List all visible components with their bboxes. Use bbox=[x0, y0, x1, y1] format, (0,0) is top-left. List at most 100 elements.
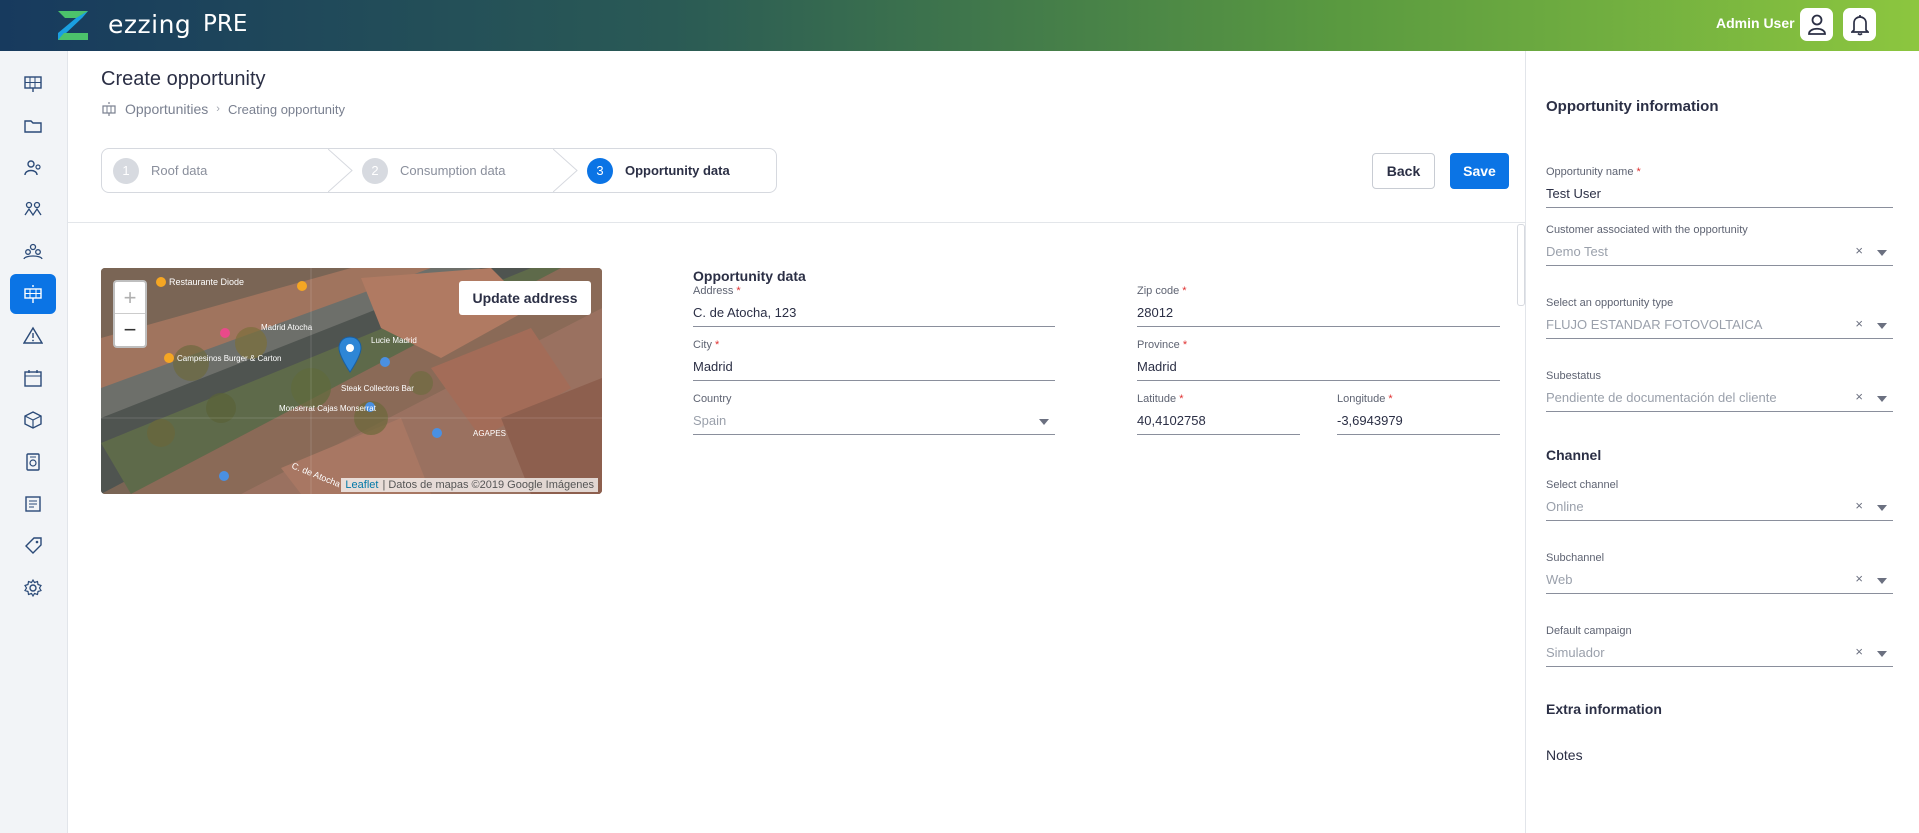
opportunity-name-input[interactable]: Test User bbox=[1546, 186, 1893, 208]
extra-info-section-title: Extra information bbox=[1546, 701, 1662, 717]
chevron-down-icon[interactable] bbox=[1877, 323, 1887, 329]
default-campaign-field[interactable]: Default campaign Simulador × bbox=[1546, 625, 1893, 667]
required-mark: * bbox=[1182, 339, 1188, 351]
sidebar-item-projects[interactable] bbox=[10, 106, 56, 146]
subchannel-field[interactable]: Subchannel Web × bbox=[1546, 552, 1893, 594]
province-input[interactable]: Madrid bbox=[1137, 359, 1500, 381]
clear-icon[interactable]: × bbox=[1855, 389, 1863, 404]
channel-field[interactable]: Select channel Online × bbox=[1546, 479, 1893, 521]
subchannel-value: Web bbox=[1546, 572, 1573, 587]
user-name[interactable]: Admin User bbox=[1716, 15, 1795, 31]
latitude-field[interactable]: Latitude * 40,4102758 bbox=[1137, 393, 1300, 435]
address-input[interactable]: C. de Atocha, 123 bbox=[693, 305, 1055, 327]
breadcrumb-current: Creating opportunity bbox=[227, 101, 346, 117]
chevron-down-icon[interactable] bbox=[1877, 578, 1887, 584]
map-label: Madrid Atocha bbox=[261, 323, 313, 332]
chevron-down-icon[interactable] bbox=[1877, 505, 1887, 511]
map-marker-icon[interactable] bbox=[338, 336, 362, 380]
customer-field[interactable]: Customer associated with the opportunity… bbox=[1546, 224, 1893, 266]
clear-icon[interactable]: × bbox=[1855, 498, 1863, 513]
sidebar-item-billing[interactable] bbox=[10, 442, 56, 482]
sidebar-item-calendar[interactable] bbox=[10, 358, 56, 398]
map-label: Restaurante Diode bbox=[169, 277, 244, 287]
sidebar-item-reports[interactable] bbox=[10, 484, 56, 524]
sidebar-item-dashboard[interactable] bbox=[10, 64, 56, 104]
chevron-down-icon[interactable] bbox=[1877, 396, 1887, 402]
clear-icon[interactable]: × bbox=[1855, 644, 1863, 659]
zip-code-field[interactable]: Zip code * 28012 bbox=[1137, 285, 1500, 327]
sidebar-item-users[interactable] bbox=[10, 148, 56, 188]
clear-icon[interactable]: × bbox=[1855, 571, 1863, 586]
zoom-in-button[interactable]: + bbox=[115, 282, 145, 314]
step-separator bbox=[553, 149, 578, 192]
step-opportunity-data[interactable]: 3 Opportunity data bbox=[587, 149, 730, 192]
user-profile-button[interactable] bbox=[1800, 8, 1833, 41]
sidebar-item-products[interactable] bbox=[10, 400, 56, 440]
country-field[interactable]: Country Spain bbox=[693, 393, 1055, 435]
step-label: Roof data bbox=[151, 163, 208, 178]
zoom-out-button[interactable]: − bbox=[115, 314, 145, 346]
step-separator bbox=[328, 149, 353, 192]
step-consumption-data[interactable]: 2 Consumption data bbox=[362, 149, 506, 192]
zip-code-input[interactable]: 28012 bbox=[1137, 305, 1500, 327]
bell-icon bbox=[1850, 14, 1869, 35]
latitude-label: Latitude bbox=[1137, 393, 1177, 405]
save-button[interactable]: Save bbox=[1450, 153, 1509, 189]
longitude-field[interactable]: Longitude * -3,6943979 bbox=[1337, 393, 1500, 435]
default-campaign-select[interactable]: Simulador × bbox=[1546, 644, 1893, 667]
sidebar bbox=[0, 51, 68, 833]
invoice-icon bbox=[26, 453, 40, 471]
substatus-field[interactable]: Subestatus Pendiente de documentación de… bbox=[1546, 370, 1893, 412]
notes-label: Notes bbox=[1546, 747, 1583, 763]
breadcrumb-opportunities[interactable]: Opportunities bbox=[125, 101, 208, 117]
sidebar-item-opportunities[interactable] bbox=[10, 274, 56, 314]
step-roof-data[interactable]: 1 Roof data bbox=[113, 149, 207, 192]
breadcrumb: Opportunities › Creating opportunity bbox=[101, 101, 345, 117]
country-select[interactable]: Spain bbox=[693, 413, 1055, 435]
update-address-button[interactable]: Update address bbox=[459, 281, 591, 315]
solar-opportunity-icon bbox=[24, 285, 42, 303]
sidebar-item-groups[interactable] bbox=[10, 232, 56, 272]
clear-icon[interactable]: × bbox=[1855, 316, 1863, 331]
longitude-input[interactable]: -3,6943979 bbox=[1337, 413, 1500, 435]
ezzing-logo-icon bbox=[58, 11, 88, 40]
channel-select[interactable]: Online × bbox=[1546, 498, 1893, 521]
map[interactable]: Restaurante Diode Campesinos Burger & Ca… bbox=[101, 268, 602, 494]
city-input[interactable]: Madrid bbox=[693, 359, 1055, 381]
clear-icon[interactable]: × bbox=[1855, 243, 1863, 258]
notifications-button[interactable] bbox=[1843, 8, 1876, 41]
map-zoom-control: + − bbox=[113, 280, 147, 348]
province-field[interactable]: Province * Madrid bbox=[1137, 339, 1500, 381]
map-label: Lucie Madrid bbox=[371, 336, 417, 345]
sidebar-item-settings[interactable] bbox=[10, 568, 56, 608]
leads-icon bbox=[24, 201, 42, 217]
sidebar-item-pricing[interactable] bbox=[10, 526, 56, 566]
sidebar-item-alerts[interactable] bbox=[10, 316, 56, 356]
longitude-label: Longitude bbox=[1337, 393, 1386, 405]
chevron-down-icon[interactable] bbox=[1877, 250, 1887, 256]
address-field[interactable]: Address * C. de Atocha, 123 bbox=[693, 285, 1055, 327]
substatus-select[interactable]: Pendiente de documentación del cliente × bbox=[1546, 389, 1893, 412]
sidebar-item-leads[interactable] bbox=[10, 190, 56, 230]
customer-select[interactable]: Demo Test × bbox=[1546, 243, 1893, 266]
required-mark: * bbox=[1182, 285, 1187, 297]
page-title: Create opportunity bbox=[101, 68, 266, 90]
opportunity-type-select[interactable]: FLUJO ESTANDAR FOTOVOLTAICA × bbox=[1546, 316, 1893, 339]
opportunity-type-field[interactable]: Select an opportunity type FLUJO ESTANDA… bbox=[1546, 297, 1893, 339]
chevron-down-icon[interactable] bbox=[1039, 419, 1049, 425]
leaflet-link[interactable]: Leaflet bbox=[345, 479, 378, 491]
substatus-label: Subestatus bbox=[1546, 370, 1602, 382]
group-icon bbox=[23, 243, 43, 260]
city-field[interactable]: City * Madrid bbox=[693, 339, 1055, 381]
map-label: Campesinos Burger & Carton bbox=[177, 354, 282, 363]
warning-icon bbox=[23, 326, 43, 344]
solar-panel-screen-icon bbox=[24, 76, 42, 92]
opportunity-name-field[interactable]: Opportunity name * Test User bbox=[1546, 166, 1893, 208]
scrollbar[interactable] bbox=[1517, 224, 1525, 306]
customer-value: Demo Test bbox=[1546, 244, 1608, 259]
subchannel-select[interactable]: Web × bbox=[1546, 571, 1893, 594]
latitude-input[interactable]: 40,4102758 bbox=[1137, 413, 1300, 435]
report-icon bbox=[25, 496, 41, 512]
chevron-down-icon[interactable] bbox=[1877, 651, 1887, 657]
back-button[interactable]: Back bbox=[1372, 153, 1435, 189]
